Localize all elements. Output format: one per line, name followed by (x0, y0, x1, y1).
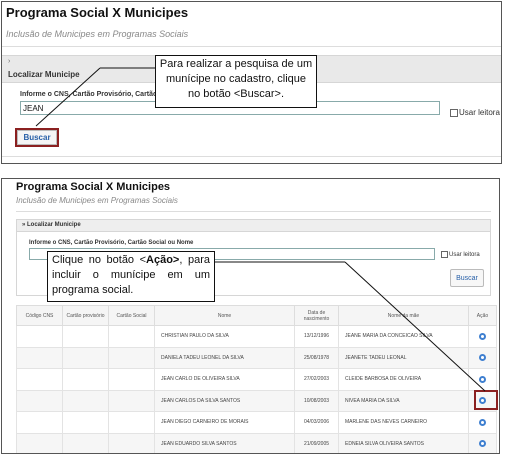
col-header-provisorio[interactable]: Cartão provisório (62, 305, 109, 326)
usar-leitora-option[interactable]: Usar leitora (441, 251, 480, 258)
cell-social (108, 325, 155, 348)
search-field-label: Informe o CNS, Cartão Provisório, Cartão… (20, 91, 164, 98)
results-body: CHRISTIAN PAULO DA SILVA 13/12/1996 JEANE … (16, 325, 497, 453)
cell-social (108, 432, 155, 453)
col-header-acao: Ação (468, 305, 497, 326)
cell-cns (16, 389, 63, 412)
acao-select-icon[interactable] (479, 418, 486, 426)
cell-nome: CHRISTIAN PAULO DA SILVA (154, 325, 295, 348)
callout-text: Clique no botão < (52, 254, 147, 266)
divider (2, 156, 501, 157)
usar-leitora-label: Usar leitora (459, 108, 500, 117)
table-row[interactable]: JEAN EDUARDO SILVA SANTOS 21/09/2005 EDNEI… (16, 432, 497, 453)
col-header-nome[interactable]: Nome (154, 305, 295, 326)
cell-nome: DANIELA TADEU LEONEL DA SILVA (154, 346, 295, 369)
cell-nome: JEAN DIEGO CARNEIRO DE MORAIS (154, 411, 295, 434)
cell-mae: NIVEA MARIA DA SILVA (338, 389, 469, 412)
cell-nascimento: 13/12/1996 (294, 325, 339, 348)
page-title: Programa Social X Municipes (16, 181, 171, 193)
cell-acao (468, 368, 497, 391)
usar-leitora-checkbox[interactable] (450, 108, 458, 117)
panel-results-step: Programa Social X Municipes Inclusão de … (1, 178, 500, 454)
cell-cns (16, 346, 63, 369)
cell-cns (16, 411, 63, 434)
cell-nascimento: 21/09/2005 (294, 432, 339, 453)
cell-cns (16, 432, 63, 453)
cell-cns (16, 368, 63, 391)
col-header-social[interactable]: Cartão Social (108, 305, 155, 326)
table-row[interactable]: CHRISTIAN PAULO DA SILVA 13/12/1996 JEANE … (16, 325, 497, 348)
cell-provisorio (62, 325, 109, 348)
cell-cns (16, 325, 63, 348)
buscar-button[interactable]: Buscar (17, 130, 57, 145)
table-row[interactable]: JEAN DIEGO CARNEIRO DE MORAIS 04/03/2006 M… (16, 411, 497, 434)
cell-nascimento: 27/02/2003 (294, 368, 339, 391)
acao-select-icon[interactable] (479, 440, 486, 448)
search-field-label: Informe o CNS, Cartão Provisório, Cartão… (29, 240, 194, 246)
cell-mae: JEANETE TADEU LEONAL (338, 346, 469, 369)
buscar-button[interactable]: Buscar (450, 269, 484, 287)
cell-acao (468, 346, 497, 369)
table-row[interactable]: DANIELA TADEU LEONEL DA SILVA 25/08/1978 J… (16, 346, 497, 369)
col-header-mae[interactable]: Nome da mãe (338, 305, 469, 326)
cell-nome: JEAN CARLO DE OLIVEIRA SILVA (154, 368, 295, 391)
cell-provisorio (62, 346, 109, 369)
page-subtitle: Inclusão de Municipes em Programas Socia… (16, 196, 178, 205)
callout-acao: Clique no botão <Ação>, para incluir o m… (47, 251, 215, 302)
results-table: Código CNS Cartão provisório Cartão Soci… (16, 305, 497, 453)
acao-highlight-frame (474, 390, 498, 410)
acao-select-icon[interactable] (479, 375, 486, 383)
cell-provisorio (62, 432, 109, 453)
cell-nascimento: 10/08/2003 (294, 389, 339, 412)
section-label: » Localizar Municipe (22, 222, 81, 228)
cell-nascimento: 04/03/2006 (294, 411, 339, 434)
divider (2, 46, 501, 47)
section-label: Localizar Municipe (8, 70, 80, 79)
usar-leitora-option[interactable]: Usar leitora (450, 108, 500, 117)
cell-social (108, 389, 155, 412)
divider (16, 211, 491, 212)
cell-social (108, 368, 155, 391)
cell-mae: MARLENE DAS NEVES CARNEIRO (338, 411, 469, 434)
cell-provisorio (62, 389, 109, 412)
cell-acao (468, 432, 497, 453)
cell-nome: JEAN EDUARDO SILVA SANTOS (154, 432, 295, 453)
table-header-row: Código CNS Cartão provisório Cartão Soci… (16, 305, 497, 326)
page-subtitle: Inclusão de Municipes em Programas Socia… (6, 29, 189, 39)
cell-nome: JEAN CARLOS DA SILVA SANTOS (154, 389, 295, 412)
page-title: Programa Social X Municipes (6, 5, 189, 20)
usar-leitora-label: Usar leitora (449, 251, 480, 258)
cell-acao (468, 411, 497, 434)
col-header-cns[interactable]: Código CNS (16, 305, 63, 326)
table-row[interactable]: JEAN CARLOS DA SILVA SANTOS 10/08/2003 NIV… (16, 389, 497, 412)
callout-bold: Ação> (146, 254, 180, 266)
acao-select-icon[interactable] (479, 354, 486, 362)
usar-leitora-checkbox[interactable] (441, 251, 448, 258)
callout-buscar: Para realizar a pesquisa de um munícipe … (155, 55, 317, 108)
col-header-nascimento[interactable]: Data de nascimento (294, 305, 339, 326)
acao-select-icon[interactable] (479, 332, 486, 340)
cell-mae: EDNEIA SILVA OLIVEIRA SANTOS (338, 432, 469, 453)
cell-social (108, 411, 155, 434)
table-row[interactable]: JEAN CARLO DE OLIVEIRA SILVA 27/02/2003 CL… (16, 368, 497, 391)
section-header[interactable]: » Localizar Municipe (17, 220, 490, 232)
cell-provisorio (62, 411, 109, 434)
cell-mae: CLEIDE BARBOSA DE OLIVEIRA (338, 368, 469, 391)
cell-provisorio (62, 368, 109, 391)
cell-mae: JEANE MARIA DA CONCEICAO SILVA (338, 325, 469, 348)
cell-nascimento: 25/08/1978 (294, 346, 339, 369)
cell-social (108, 346, 155, 369)
chevron-right-icon: › (8, 58, 11, 65)
cell-acao (468, 325, 497, 348)
